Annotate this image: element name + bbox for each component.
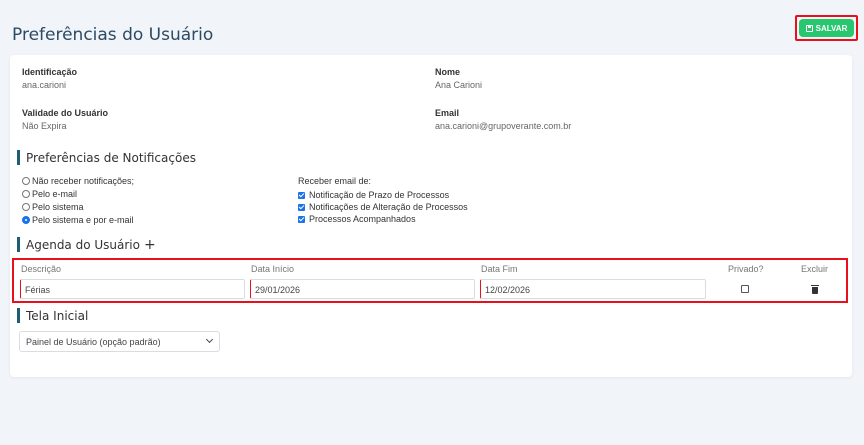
section-accent-bar <box>17 150 20 165</box>
notification-radio-group: Não receber notificações; Pelo e-mail Pe… <box>22 174 134 226</box>
descricao-input[interactable]: Férias <box>20 279 245 299</box>
checkbox-label: Notificações de Alteração de Processos <box>309 202 468 212</box>
checkbox-label: Processos Acompanhados <box>309 214 416 224</box>
email-preferences-heading: Receber email de: <box>298 176 372 186</box>
page-title: Preferências do Usuário <box>12 25 214 45</box>
radio-icon[interactable] <box>22 189 30 198</box>
radio-label: Não receber notificações; <box>32 175 135 186</box>
section-accent-bar <box>17 308 20 323</box>
save-button-highlight: SALVAR <box>795 15 858 41</box>
checkbox-alteracao[interactable]: Notificações de Alteração de Processos <box>298 201 468 213</box>
column-descricao: Descrição <box>21 264 62 274</box>
email-value: ana.carioni@grupoverante.com.br <box>435 121 572 131</box>
radio-label: Pelo e-mail <box>32 188 78 199</box>
preferences-card: Identificação ana.carioni Nome Ana Cario… <box>10 55 852 377</box>
column-data-fim: Data Fim <box>481 264 518 274</box>
validade-field: Validade do Usuário Não Expira <box>22 108 108 131</box>
radio-icon[interactable] <box>22 202 30 211</box>
radio-option-none[interactable]: Não receber notificações; <box>22 174 134 187</box>
radio-label: Pelo sistema e por e-mail <box>32 214 134 225</box>
radio-option-email[interactable]: Pelo e-mail <box>22 187 134 200</box>
radio-option-system-email[interactable]: Pelo sistema e por e-mail <box>22 213 134 226</box>
trash-icon[interactable] <box>811 285 819 294</box>
radio-selected-icon[interactable] <box>22 215 30 224</box>
section-accent-bar <box>17 237 20 252</box>
identificacao-value: ana.carioni <box>22 80 67 90</box>
identificacao-label: Identificação <box>22 67 78 77</box>
validade-label: Validade do Usuário <box>22 108 109 118</box>
notifications-section-title: Preferências de Notificações <box>17 150 196 165</box>
nome-value: Ana Carioni <box>435 80 483 90</box>
notifications-title: Preferências de Notificações <box>26 150 196 165</box>
checkbox-checked-icon[interactable] <box>298 203 305 211</box>
nome-label: Nome <box>435 67 461 77</box>
data-fim-input[interactable]: 12/02/2026 <box>480 279 706 299</box>
email-preferences: Receber email de: Notificação de Prazo d… <box>298 176 468 225</box>
checkbox-checked-icon[interactable] <box>298 191 305 199</box>
column-data-inicio: Data Início <box>251 264 295 274</box>
email-label: Email <box>435 108 460 118</box>
tela-inicial-selected-value: Painel de Usuário (opção padrão) <box>26 337 161 347</box>
radio-option-system[interactable]: Pelo sistema <box>22 200 134 213</box>
checkbox-prazo[interactable]: Notificação de Prazo de Processos <box>298 189 468 201</box>
validade-value: Não Expira <box>22 121 67 131</box>
agenda-table-highlight: Descrição Data Início Data Fim Privado? … <box>12 258 848 303</box>
checkbox-label: Notificação de Prazo de Processos <box>309 190 450 200</box>
agenda-title: Agenda do Usuário <box>26 237 140 252</box>
identificacao-field: Identificação ana.carioni <box>22 67 77 90</box>
floppy-disk-icon <box>805 24 813 32</box>
tela-inicial-title: Tela Inicial <box>26 308 89 323</box>
column-excluir: Excluir <box>801 264 829 274</box>
agenda-section-title: Agenda do Usuário + <box>17 237 156 252</box>
privado-checkbox[interactable] <box>741 285 749 293</box>
chevron-down-icon <box>205 335 214 344</box>
data-inicio-input[interactable]: 29/01/2026 <box>250 279 475 299</box>
tela-inicial-section-title: Tela Inicial <box>17 308 88 323</box>
nome-field: Nome Ana Carioni <box>435 67 482 90</box>
checkbox-acompanhados[interactable]: Processos Acompanhados <box>298 213 468 225</box>
add-agenda-icon[interactable]: + <box>144 238 156 252</box>
tela-inicial-select[interactable]: Painel de Usuário (opção padrão) <box>19 331 220 352</box>
email-field: Email ana.carioni@grupoverante.com.br <box>435 108 571 131</box>
save-button[interactable]: SALVAR <box>799 19 854 37</box>
column-privado: Privado? <box>728 264 764 274</box>
radio-icon[interactable] <box>22 176 30 185</box>
checkbox-checked-icon[interactable] <box>298 215 305 223</box>
save-button-label: SALVAR <box>815 23 848 33</box>
radio-label: Pelo sistema <box>32 201 84 212</box>
